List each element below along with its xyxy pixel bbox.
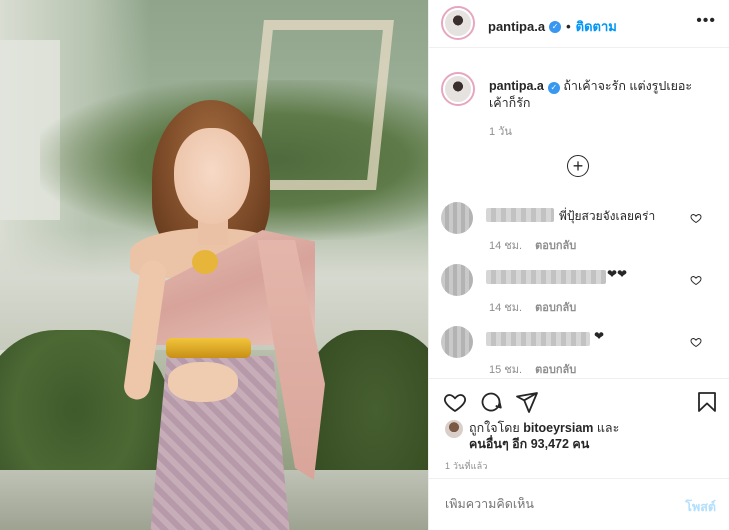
likes-line-2: คนอื่นๆ อีก 93,472 คน [469, 436, 589, 452]
comment-like-heart-icon[interactable] [690, 212, 702, 224]
add-comment-bar: โพสต์ [429, 478, 729, 530]
post-actions [429, 386, 729, 416]
woman-belt [166, 338, 251, 358]
verified-badge-icon: ✓ [549, 20, 562, 33]
heart-icon[interactable] [443, 390, 467, 414]
bookmark-icon[interactable] [695, 390, 719, 414]
comment-time: 14 ชม. [489, 302, 523, 314]
verified-badge-icon: ✓ [547, 82, 560, 94]
caption-username[interactable]: pantipa.a [489, 79, 544, 93]
comment-input[interactable] [445, 497, 645, 511]
commenter-avatar[interactable] [441, 326, 473, 358]
comment-text: ❤ [594, 329, 605, 343]
author-avatar[interactable] [441, 6, 475, 40]
comment-meta: 14 ชม. ตอบกลับ [489, 298, 576, 316]
likes-and: และ [596, 421, 620, 435]
post-header: pantipa.a ✓ • ติดตาม ••• [429, 0, 729, 48]
separator-dot: • [566, 19, 571, 34]
comment-text: ❤❤ [607, 267, 628, 281]
photo-woman [120, 100, 330, 530]
author-info: pantipa.a ✓ • ติดตาม [488, 16, 617, 37]
plus-circle-icon[interactable]: + [567, 155, 589, 177]
post-side-panel: pantipa.a ✓ • ติดตาม ••• pantipa.a ✓ ถ้าเ… [428, 0, 729, 530]
commenter-name-blurred [486, 332, 590, 346]
more-options-icon[interactable]: ••• [696, 12, 716, 30]
likes-others-link[interactable]: คนอื่นๆ อีก 93,472 คน [469, 437, 589, 451]
section-divider [429, 378, 729, 379]
comment-icon[interactable] [479, 390, 503, 414]
comment-item: ❤❤ 14 ชม. ตอบกลับ [429, 264, 729, 324]
caption-text-block: pantipa.a ✓ ถ้าเค้าจะรัก แต่งรูปเยอะเค้าก… [489, 78, 704, 112]
comment-time: 14 ชม. [489, 240, 523, 252]
liker-username[interactable]: bitoeyrsiam [523, 421, 593, 435]
caption-time: 1 วัน [489, 126, 512, 138]
woman-face [174, 128, 250, 224]
comment-like-heart-icon[interactable] [690, 336, 702, 348]
woman-hands [168, 362, 238, 402]
commenter-name-blurred [486, 208, 554, 222]
commenter-avatar[interactable] [441, 202, 473, 234]
author-username[interactable]: pantipa.a [488, 19, 545, 34]
commenter-name-blurred [486, 270, 606, 284]
comment-meta: 14 ชม. ตอบกลับ [489, 236, 576, 254]
comment-like-heart-icon[interactable] [690, 274, 702, 286]
reply-button[interactable]: ตอบกลับ [535, 240, 576, 252]
follow-button[interactable]: ติดตาม [576, 16, 617, 37]
woman-necklace [192, 250, 218, 274]
caption-avatar[interactable] [441, 72, 475, 106]
post-photo[interactable] [0, 0, 428, 530]
comment-item: ❤ 15 ชม. ตอบกลับ [429, 326, 729, 386]
paper-plane-icon[interactable] [515, 390, 539, 414]
comment-text: พี่ปุ้ยสวยจังเลยคร่า [559, 209, 656, 223]
reply-button[interactable]: ตอบกลับ [535, 364, 576, 376]
commenter-avatar[interactable] [441, 264, 473, 296]
post-comment-button[interactable]: โพสต์ [685, 497, 716, 517]
likes-prefix: ถูกใจโดย [469, 421, 520, 435]
comment-time: 15 ชม. [489, 364, 523, 376]
comment-item: พี่ปุ้ยสวยจังเลยคร่า 14 ชม. ตอบกลับ [429, 202, 729, 262]
post-timestamp: 1 วันที่แล้ว [445, 461, 488, 471]
likes-line-1: ถูกใจโดย bitoeyrsiam และ [469, 420, 619, 436]
comment-meta: 15 ชม. ตอบกลับ [489, 360, 576, 378]
reply-button[interactable]: ตอบกลับ [535, 302, 576, 314]
liker-avatar[interactable] [445, 420, 463, 438]
